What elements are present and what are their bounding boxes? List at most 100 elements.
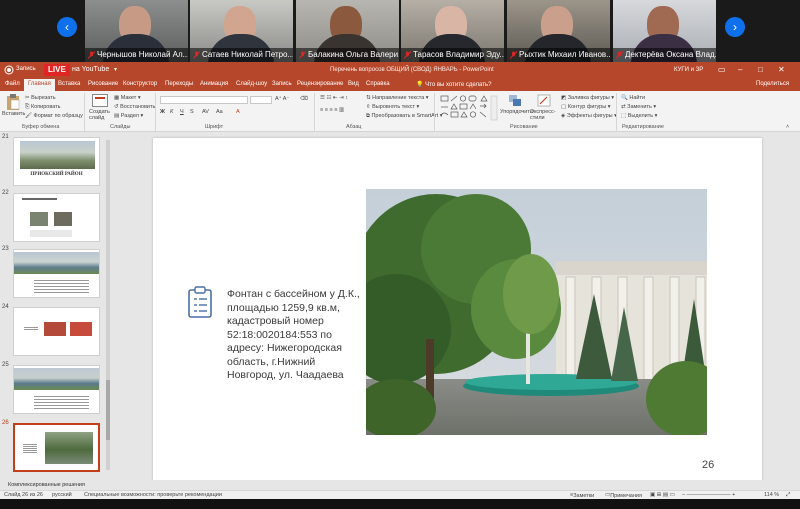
accessibility-status[interactable]: Специальные возможности: проверьте реком… (84, 492, 222, 498)
prev-participants-button[interactable]: ‹ (57, 17, 77, 37)
language-indicator[interactable]: русский (52, 492, 72, 498)
ribbon-options-icon[interactable]: ▭ (718, 65, 726, 74)
quick-styles-icon[interactable] (537, 94, 551, 107)
format-painter-button[interactable]: 🖌 Формат по образцу (25, 113, 83, 119)
slide-thumbnail[interactable] (13, 249, 100, 298)
participant-tile[interactable]: Балакина Ольга Валери... (296, 0, 399, 62)
tell-me-search[interactable]: 💡 Что вы хотите сделать? (416, 81, 491, 88)
align-text-button[interactable]: ⇳ Выровнять текст ▾ (366, 104, 419, 110)
bottom-bar (0, 499, 800, 509)
youtube-stream-button[interactable]: на YouTube (72, 66, 109, 73)
new-slide-icon[interactable] (92, 94, 108, 107)
participant-tile[interactable]: Сатаев Николай Петро... (190, 0, 293, 62)
minimize-icon[interactable]: – (738, 65, 742, 74)
new-slide-button[interactable]: Создать слайд (89, 109, 113, 121)
tab-home[interactable]: Главная (24, 79, 55, 91)
find-button[interactable]: 🔍 Найти (621, 95, 645, 101)
bullets-button[interactable]: ☰ ☷ ⇤ ⇥ ↕ (320, 95, 348, 101)
arrange-icon[interactable] (508, 94, 522, 107)
tab-slideshow[interactable]: Слайд-шоу (236, 81, 267, 87)
maximize-icon[interactable]: □ (758, 65, 763, 74)
zoom-level[interactable]: 114 % (764, 492, 779, 498)
char-spacing-button[interactable]: AV (202, 109, 209, 115)
record-icon[interactable] (4, 65, 14, 75)
tab-review[interactable]: Рецензирование (297, 81, 343, 87)
tab-design[interactable]: Конструктор (123, 81, 157, 87)
italic-button[interactable]: К (170, 109, 173, 115)
reset-button[interactable]: ↺ Восстановить (114, 104, 155, 110)
document-title: Перечень вопросов ОБЩИЙ (СВОД) ЯНВАРЬ - … (330, 67, 494, 73)
slide-body-text[interactable]: Фонтан с бассейном у Д.К., площадью 1259… (227, 288, 367, 383)
participant-name: Балакина Ольга Валери... (308, 50, 399, 59)
shapes-gallery[interactable] (440, 95, 498, 121)
font-size-select[interactable] (250, 96, 272, 104)
align-buttons[interactable]: ≡ ≡ ≡ ≡ ▥ (320, 107, 344, 113)
paste-button[interactable]: Вставить (2, 111, 25, 117)
slide-thumbnail-active[interactable] (13, 423, 100, 472)
participant-tile[interactable]: Тарасов Владимир Эду... (401, 0, 504, 62)
paste-icon[interactable] (6, 94, 20, 110)
font-color-button[interactable]: A (236, 109, 240, 115)
thumbnail-caption: ПРИОКСКИЙ РАЙОН (30, 172, 83, 177)
shape-fill-button[interactable]: ◩ Заливка фигуры ▾ (561, 95, 614, 101)
text-direction-button[interactable]: ⇅ Направление текста ▾ (366, 95, 429, 101)
tab-help[interactable]: Справка (366, 81, 390, 87)
slide-thumbnail[interactable] (13, 307, 100, 356)
live-badge: LIVE (44, 64, 70, 76)
slide-thumbnail[interactable] (13, 365, 100, 414)
quick-styles-button[interactable]: Экспресс-стили (530, 109, 558, 121)
strikethrough-button[interactable]: S (190, 109, 194, 115)
mic-muted-icon (404, 51, 411, 59)
select-button[interactable]: ⬚ Выделить ▾ (621, 113, 657, 119)
slide-thumbnail[interactable] (13, 193, 100, 242)
smartart-button[interactable]: ⧉ Преобразовать в SmartArt ▾ (366, 113, 442, 120)
current-slide[interactable]: Фонтан с бассейном у Д.К., площадью 1259… (153, 138, 762, 482)
font-family-select[interactable] (160, 96, 248, 104)
paragraph-group-label: Абзац (346, 124, 362, 130)
font-group-label: Шрифт (205, 124, 224, 130)
notes-button[interactable]: ≡ Заметки (570, 492, 594, 499)
close-icon[interactable]: ✕ (778, 65, 785, 74)
arrange-button[interactable]: Упорядочить (500, 109, 533, 115)
user-name[interactable]: КУГИ и ЗР (674, 67, 703, 73)
tab-view[interactable]: Вид (348, 81, 359, 87)
underline-button[interactable]: Ч (180, 109, 184, 115)
slide-number: 26 (2, 420, 9, 426)
section-button[interactable]: ▤ Раздел ▾ (114, 113, 143, 119)
tab-transitions[interactable]: Переходы (165, 81, 193, 87)
tab-animation[interactable]: Анимация (200, 81, 228, 87)
bold-button[interactable]: Ж (160, 109, 165, 115)
share-button[interactable]: Поделиться (756, 81, 789, 87)
zoom-slider[interactable]: – ———————— + (682, 492, 735, 498)
fit-slide-icon[interactable]: ⤢ (786, 492, 790, 499)
grow-font-button[interactable]: A⁺ A⁻ (275, 96, 289, 102)
replace-button[interactable]: ⇄ Заменить ▾ (621, 104, 656, 110)
next-participants-button[interactable]: › (725, 17, 745, 37)
change-case-button[interactable]: Aa (216, 109, 223, 115)
participant-tile[interactable]: Рыхтик Михаил Иванов... (507, 0, 610, 62)
comments-label[interactable]: Комплексированные решения (8, 482, 85, 488)
slide-number: 22 (2, 190, 9, 196)
fountain-photo[interactable] (366, 189, 707, 435)
tab-file[interactable]: Файл (5, 81, 20, 87)
tab-record[interactable]: Запись (272, 81, 292, 87)
thumbnails-scroll-thumb[interactable] (106, 380, 110, 440)
participant-tile[interactable]: Чернышов Николай Ал... (85, 0, 188, 62)
slide-thumbnails-pane: 21 ПРИОКСКИЙ РАЙОН 22 23 24 25 26 (0, 132, 112, 480)
copy-button[interactable]: ⎘ Копировать (25, 104, 61, 111)
cut-button[interactable]: ✂ Вырезать (25, 95, 56, 101)
drawing-group-label: Рисование (510, 124, 538, 130)
shape-outline-button[interactable]: ▢ Контур фигуры ▾ (561, 104, 611, 110)
shape-effects-button[interactable]: ◈ Эффекты фигуры ▾ (561, 113, 617, 119)
comments-button[interactable]: ▭ Примечания (605, 492, 642, 499)
slide-thumbnail[interactable]: ПРИОКСКИЙ РАЙОН (13, 137, 100, 186)
view-normal-icon[interactable]: ▣ ⊞ ▤ ▭ (650, 492, 675, 498)
tab-insert[interactable]: Вставка (58, 81, 80, 87)
chevron-down-icon[interactable]: ▾ (114, 66, 117, 73)
clear-format-button[interactable]: ⌫ (300, 96, 308, 102)
collapse-ribbon-icon[interactable]: ˄ (786, 124, 789, 130)
layout-button[interactable]: ▦ Макет ▾ (114, 95, 141, 101)
record-label[interactable]: Запись (16, 66, 36, 72)
tab-draw[interactable]: Рисование (88, 81, 118, 87)
participant-tile[interactable]: Дектерёва Оксана Влад... (613, 0, 716, 62)
